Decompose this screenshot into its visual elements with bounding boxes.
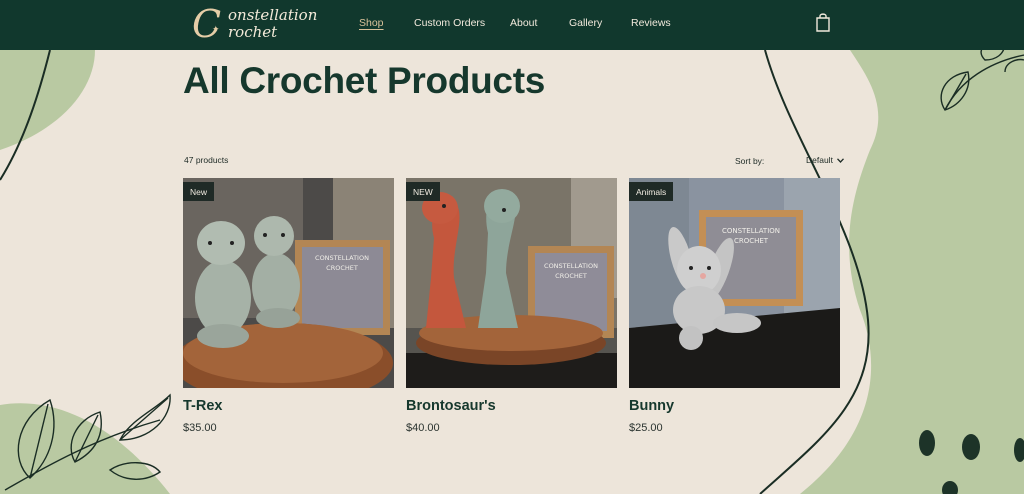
t-rex-photo: CONSTELLATION CROCHET — [183, 178, 394, 388]
product-name[interactable]: Bunny — [629, 398, 840, 414]
brontosaur-photo: CONSTELLATION CROCHET — [406, 178, 617, 388]
product-price: $25.00 — [629, 422, 663, 434]
product-image[interactable]: CONSTELLATION CROCHET New — [183, 178, 394, 388]
logo-line-1: onstellation — [228, 6, 318, 24]
svg-text:CROCHET: CROCHET — [734, 237, 769, 245]
nav-reviews[interactable]: Reviews — [631, 17, 671, 29]
svg-text:CONSTELLATION: CONSTELLATION — [722, 227, 780, 235]
product-card-brontosaurs[interactable]: CONSTELLATION CROCHET NEW Brontosaur's $… — [406, 178, 617, 434]
product-price: $35.00 — [183, 422, 217, 434]
product-image[interactable]: CONSTELLATION CROCHET Animals — [629, 178, 840, 388]
product-badge: NEW — [406, 182, 440, 201]
sort-label: Sort by: — [735, 156, 765, 166]
star-icon: ✦ — [212, 24, 220, 34]
product-card-t-rex[interactable]: CONSTELLATION CROCHET New T-Rex $35.00 — [183, 178, 394, 434]
product-count: 47 products — [184, 155, 229, 165]
page-title: All Crochet Products — [183, 60, 545, 101]
sort-select[interactable]: Default — [806, 155, 844, 165]
logo[interactable]: C ✦ onstellation rochet — [192, 4, 317, 44]
shopping-bag-icon[interactable] — [815, 12, 831, 32]
logo-line-2: rochet — [228, 23, 278, 41]
bunny-photo: CONSTELLATION CROCHET — [629, 178, 840, 388]
svg-text:CONSTELLATION: CONSTELLATION — [315, 254, 369, 262]
svg-text:CONSTELLATION: CONSTELLATION — [544, 262, 598, 270]
product-name[interactable]: T-Rex — [183, 398, 394, 414]
product-price: $40.00 — [406, 422, 440, 434]
product-card-bunny[interactable]: CONSTELLATION CROCHET Animals Bunny $25.… — [629, 178, 840, 434]
product-image[interactable]: CONSTELLATION CROCHET NEW — [406, 178, 617, 388]
nav-shop[interactable]: Shop — [359, 17, 384, 29]
nav-custom-orders[interactable]: Custom Orders — [414, 17, 485, 29]
svg-text:CROCHET: CROCHET — [326, 264, 358, 272]
site-header: C ✦ onstellation rochet Shop Custom Orde… — [0, 0, 1024, 50]
nav-about[interactable]: About — [510, 17, 537, 29]
product-badge: New — [183, 182, 215, 201]
chevron-down-icon — [836, 157, 844, 163]
product-badge: Animals — [629, 182, 674, 201]
svg-text:CROCHET: CROCHET — [555, 272, 587, 280]
sort-value: Default — [806, 155, 833, 165]
product-name[interactable]: Brontosaur's — [406, 398, 617, 414]
nav-gallery[interactable]: Gallery — [569, 17, 602, 29]
